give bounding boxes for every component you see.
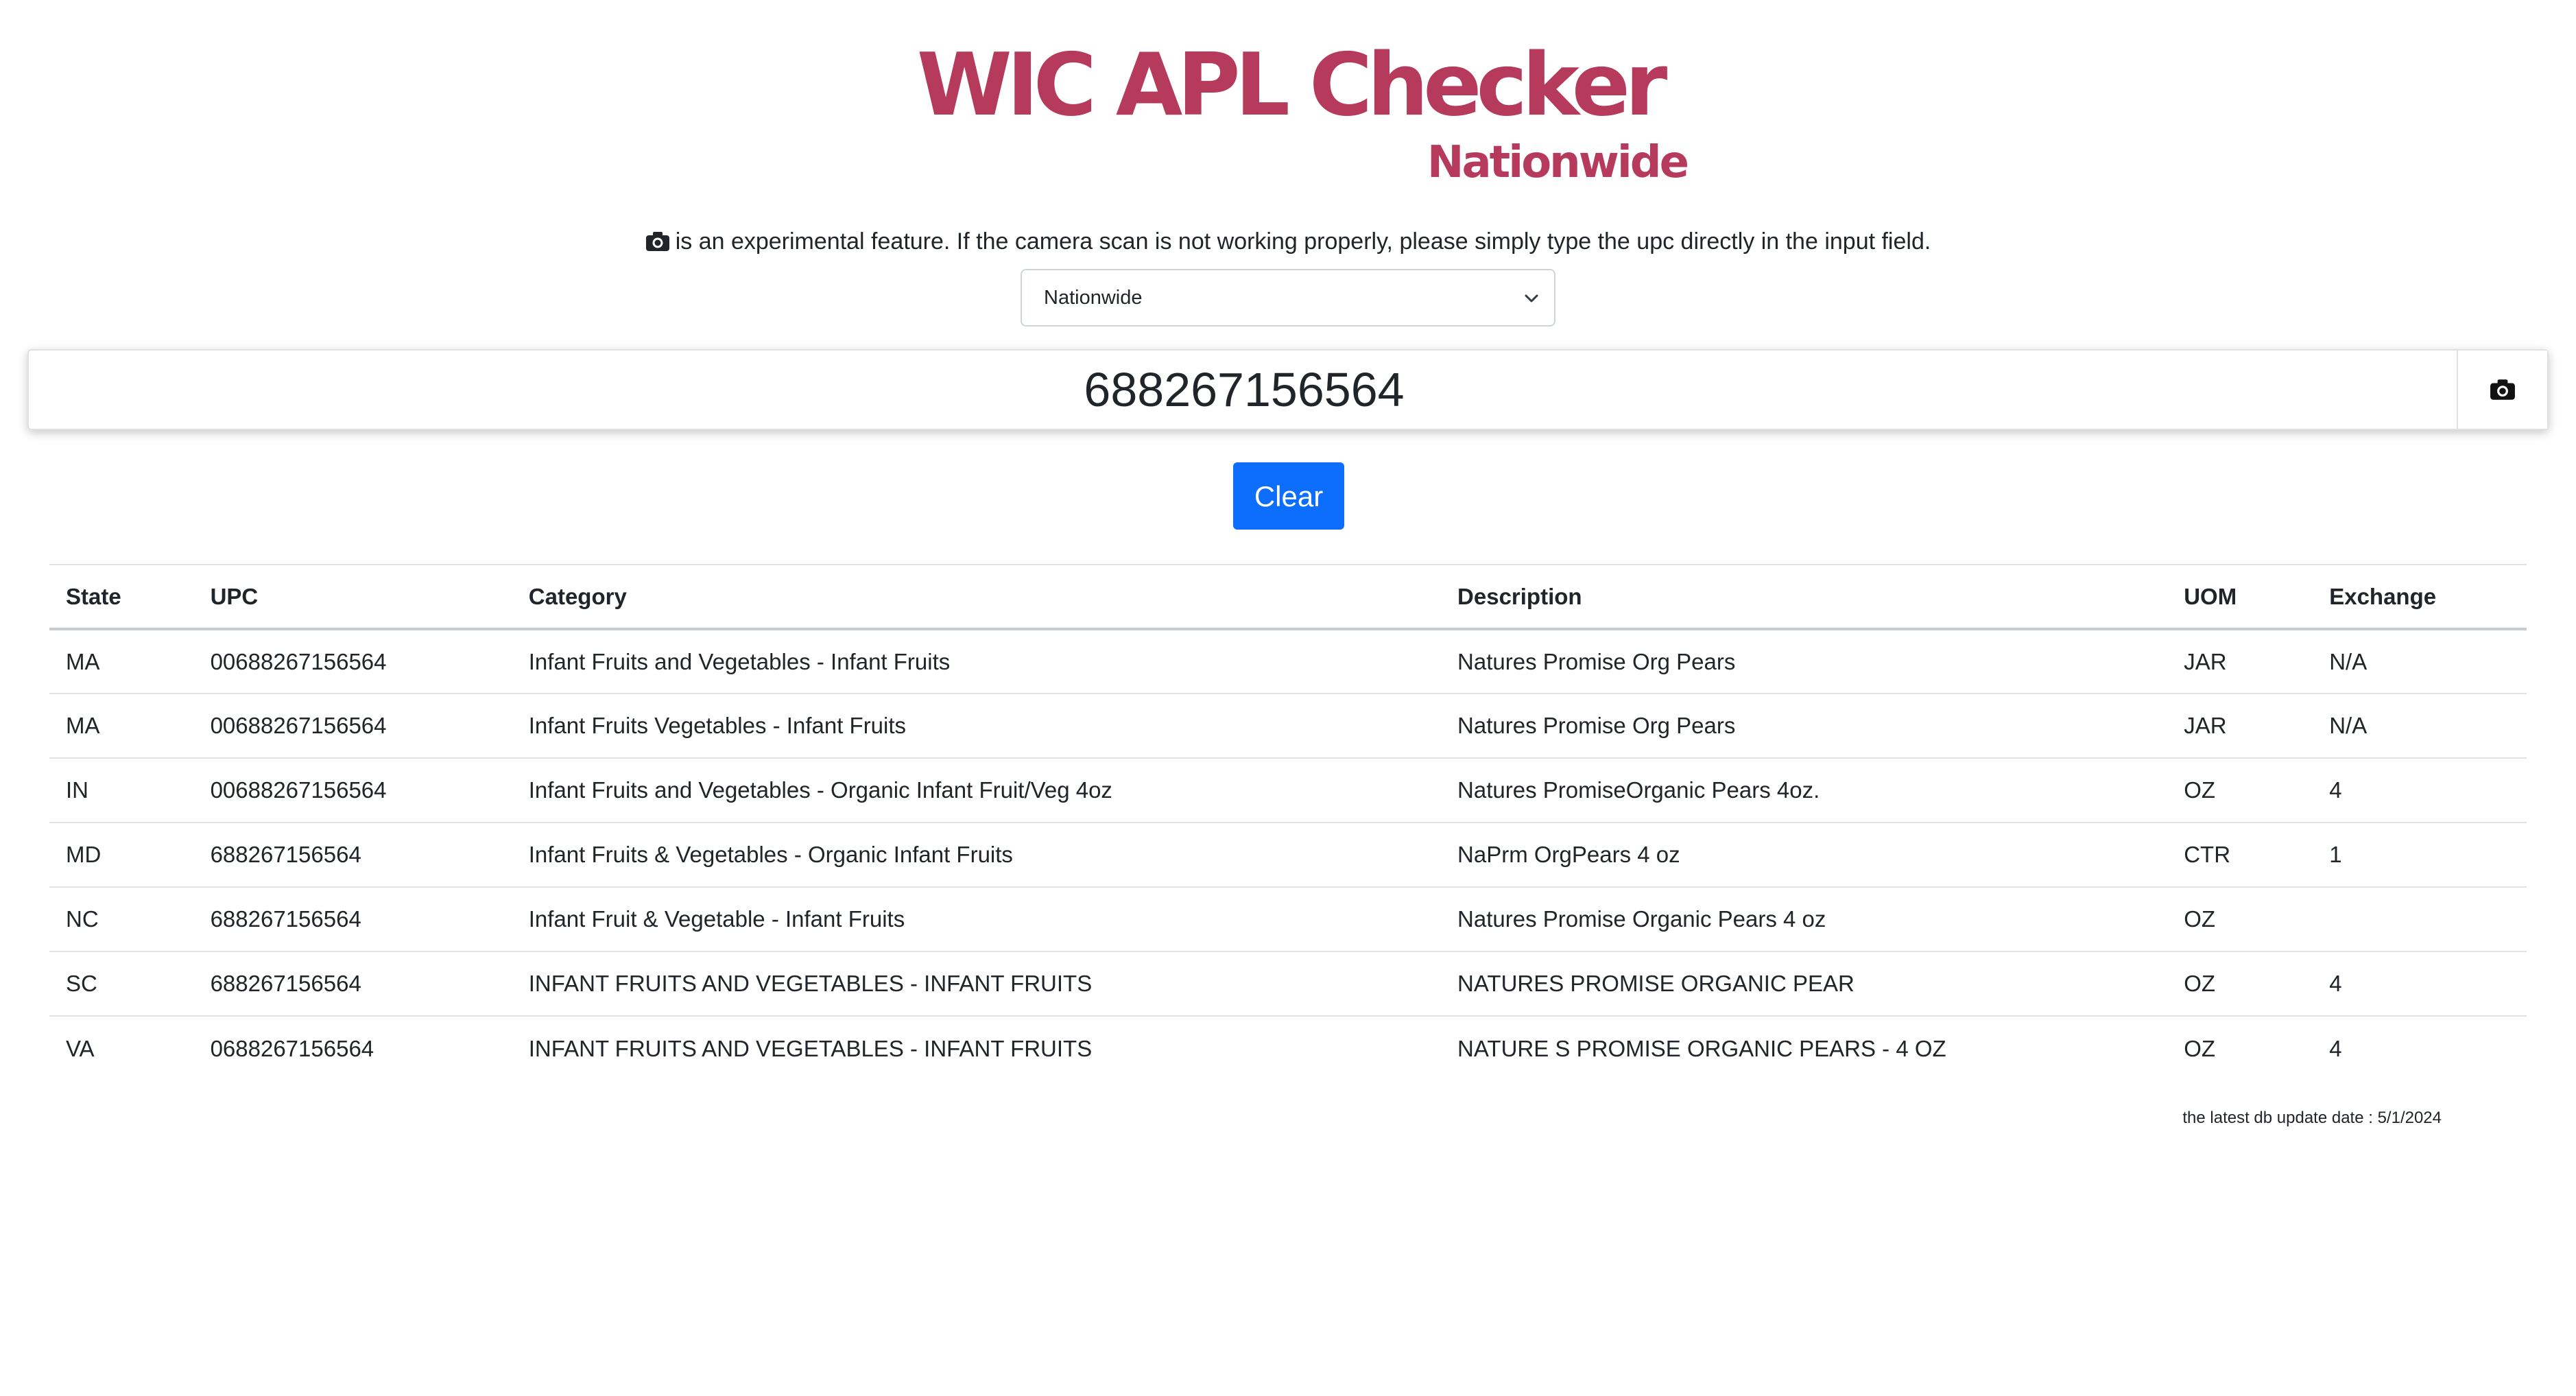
cell-category: Infant Fruits & Vegetables - Organic Inf… xyxy=(528,842,1013,867)
camera-scan-button[interactable] xyxy=(2457,351,2547,429)
cell-uom: CTR xyxy=(2184,842,2231,867)
logo: WIC APL Checker Nationwide xyxy=(0,0,2576,199)
cell-state: MA xyxy=(66,713,100,738)
table-row: MA 00688267156564 Infant Fruits Vegetabl… xyxy=(49,694,2527,758)
clear-button[interactable]: Clear xyxy=(1233,462,1344,530)
cell-uom: OZ xyxy=(2184,777,2216,803)
cell-exchange: 1 xyxy=(2329,842,2342,867)
cell-exchange xyxy=(2313,887,2527,951)
cell-state: VA xyxy=(66,1035,95,1061)
column-header-uom: UOM xyxy=(2184,583,2237,609)
cell-upc: 00688267156564 xyxy=(210,713,387,738)
cell-uom: OZ xyxy=(2184,906,2216,932)
cell-category: Infant Fruits Vegetables - Infant Fruits xyxy=(528,713,907,738)
cell-category: Infant Fruit & Vegetable - Infant Fruits xyxy=(528,906,905,932)
cell-description: Natures Promise Organic Pears 4 oz xyxy=(1457,906,1826,932)
cell-upc: 00688267156564 xyxy=(210,777,387,803)
cell-description: NATURES PROMISE ORGANIC PEAR xyxy=(1457,971,1855,996)
camera-icon xyxy=(645,232,669,251)
cell-description: NATURE S PROMISE ORGANIC PEARS - 4 OZ xyxy=(1457,1035,1946,1061)
cell-exchange: 4 xyxy=(2329,1035,2342,1061)
column-header-description: Description xyxy=(1457,583,1582,609)
cell-category: Infant Fruits and Vegetables - Organic I… xyxy=(528,777,1112,803)
table-row: MD 688267156564 Infant Fruits & Vegetabl… xyxy=(49,823,2527,887)
cell-exchange: 4 xyxy=(2329,971,2342,996)
db-update-date: the latest db update date : 5/1/2024 xyxy=(2182,1109,2442,1127)
table-row: NC 688267156564 Infant Fruit & Vegetable… xyxy=(49,887,2527,951)
table-row: VA 0688267156564 INFANT FRUITS AND VEGET… xyxy=(49,1016,2527,1080)
logo-subtitle: Nationwide xyxy=(1427,137,1689,188)
upc-search-input[interactable] xyxy=(29,351,2459,429)
cell-description: Natures Promise Org Pears xyxy=(1457,713,1736,738)
camera-icon xyxy=(2490,379,2515,400)
cell-state: IN xyxy=(66,777,88,803)
cell-upc: 00688267156564 xyxy=(210,648,387,674)
state-select[interactable]: Nationwide xyxy=(1021,269,1555,327)
cell-description: Natures Promise Org Pears xyxy=(1457,648,1736,674)
cell-upc: 688267156564 xyxy=(210,842,361,867)
cell-upc: 688267156564 xyxy=(210,971,361,996)
column-header-category: Category xyxy=(528,583,627,609)
state-select-value: Nationwide xyxy=(1044,287,1143,309)
table-row: SC 688267156564 INFANT FRUITS AND VEGETA… xyxy=(49,951,2527,1016)
cell-state: MD xyxy=(66,842,102,867)
cell-description: NaPrm OrgPears 4 oz xyxy=(1457,842,1680,867)
cell-state: SC xyxy=(66,971,97,996)
cell-category: INFANT FRUITS AND VEGETABLES - INFANT FR… xyxy=(528,971,1093,996)
page: WIC APL Checker Nationwide is an experim… xyxy=(0,0,2576,1396)
table-row: MA 00688267156564 Infant Fruits and Vege… xyxy=(49,629,2527,694)
column-header-upc: UPC xyxy=(210,583,259,609)
cell-upc: 0688267156564 xyxy=(210,1035,374,1061)
cell-exchange: 4 xyxy=(2329,777,2342,803)
cell-uom: OZ xyxy=(2184,1035,2216,1061)
cell-upc: 688267156564 xyxy=(210,906,361,932)
cell-state: MA xyxy=(66,648,100,674)
column-header-state: State xyxy=(66,583,121,609)
cell-category: Infant Fruits and Vegetables - Infant Fr… xyxy=(528,648,951,674)
camera-notice: is an experimental feature. If the camer… xyxy=(0,224,2576,259)
chevron-down-icon xyxy=(1525,294,1538,303)
cell-uom: JAR xyxy=(2184,713,2227,738)
logo-title: WIC APL Checker xyxy=(916,34,1668,135)
notice-text: is an experimental feature. If the camer… xyxy=(675,228,1931,255)
column-header-exchange: Exchange xyxy=(2329,583,2437,609)
table-row: IN 00688267156564 Infant Fruits and Vege… xyxy=(49,758,2527,823)
cell-exchange: N/A xyxy=(2329,648,2368,674)
upc-input-group xyxy=(27,349,2549,430)
cell-description: Natures PromiseOrganic Pears 4oz. xyxy=(1457,777,1820,803)
table-header-row: State UPC Category Description UOM Excha… xyxy=(49,565,2527,629)
cell-category: INFANT FRUITS AND VEGETABLES - INFANT FR… xyxy=(528,1035,1093,1061)
cell-uom: JAR xyxy=(2184,648,2227,674)
cell-exchange: N/A xyxy=(2329,713,2368,738)
cell-uom: OZ xyxy=(2184,971,2216,996)
results-table: State UPC Category Description UOM Excha… xyxy=(49,564,2527,1080)
cell-state: NC xyxy=(66,906,99,932)
